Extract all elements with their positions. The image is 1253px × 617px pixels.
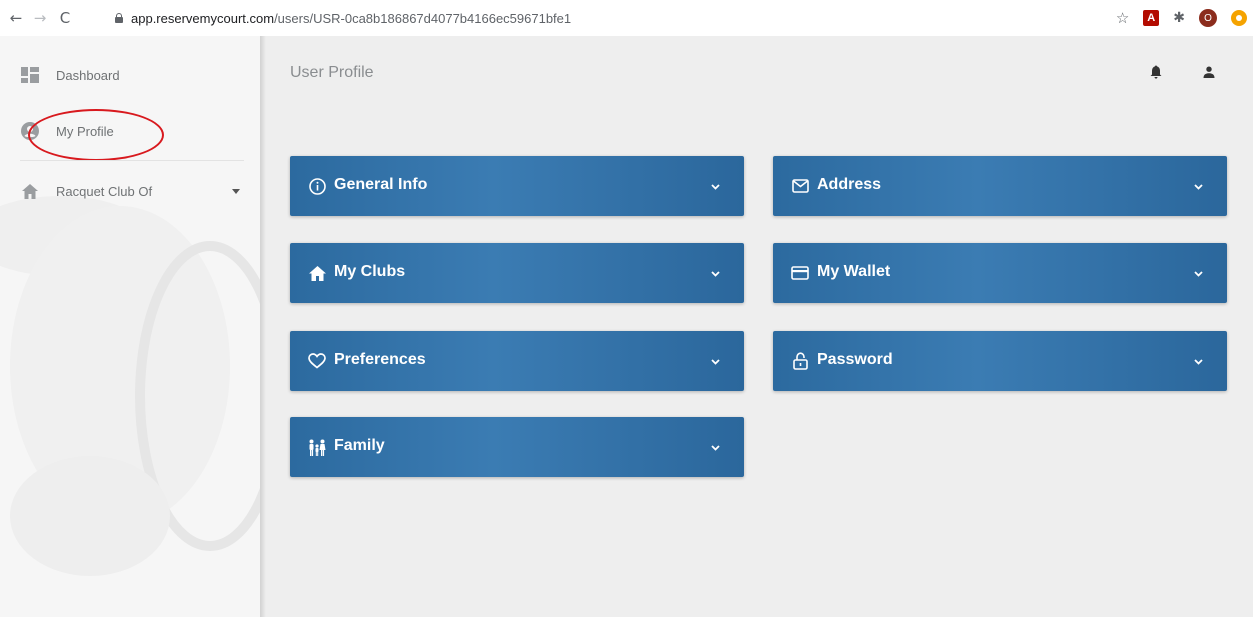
address-bar[interactable]: app.reservemycourt.com/users/USR-0ca8b18… <box>115 8 571 28</box>
chevron-down-icon <box>1194 184 1203 190</box>
annotation-circle <box>28 109 164 161</box>
panel-password[interactable]: Password <box>773 331 1227 391</box>
panel-label: My Wallet <box>817 263 891 280</box>
lock-icon <box>115 13 123 23</box>
panel-label: Preferences <box>334 351 426 368</box>
home-icon <box>20 181 40 201</box>
chevron-down-icon <box>711 359 720 365</box>
panel-general-info[interactable]: General Info <box>290 156 744 216</box>
forward-arrow-icon[interactable]: → <box>30 8 50 28</box>
panel-my-clubs[interactable]: My Clubs <box>290 243 744 303</box>
panel-address[interactable]: Address <box>773 156 1227 216</box>
panel-family[interactable]: Family <box>290 417 744 477</box>
panel-label: Address <box>817 176 882 193</box>
panel-preferences[interactable]: Preferences <box>290 331 744 391</box>
chevron-down-icon <box>711 445 720 451</box>
envelope-icon <box>791 177 809 195</box>
browser-toolbar: ← → C app.reservemycourt.com/users/USR-0… <box>0 0 1253 36</box>
panel-label: My Clubs <box>334 263 406 280</box>
sidebar-item-dashboard[interactable]: Dashboard <box>20 58 120 92</box>
extensions-area: ☆ A ✱ O <box>1116 8 1247 28</box>
dashboard-icon <box>20 65 40 85</box>
house-icon <box>308 264 326 282</box>
info-circle-icon <box>308 177 326 195</box>
profile-avatar[interactable]: O <box>1199 9 1217 27</box>
heart-icon <box>308 352 326 370</box>
panel-label: Family <box>334 437 385 454</box>
reload-icon[interactable]: C <box>55 8 75 28</box>
sidebar-item-label: Racquet Club Of <box>56 183 153 199</box>
panel-label: General Info <box>334 176 428 193</box>
panel-label: Password <box>817 351 893 368</box>
chevron-down-icon <box>711 184 720 190</box>
sidebar: Dashboard My Profile Racquet Club Of <box>0 36 260 617</box>
sidebar-divider <box>20 160 244 161</box>
bell-icon[interactable] <box>1150 65 1162 79</box>
url-host: app.reservemycourt.com <box>131 10 275 26</box>
page-title: User Profile <box>290 64 374 81</box>
pdf-extension-icon[interactable]: A <box>1143 10 1160 26</box>
chevron-down-icon <box>1194 359 1203 365</box>
sidebar-item-label: Dashboard <box>56 67 120 83</box>
dropdown-caret-icon[interactable] <box>232 189 240 194</box>
family-icon <box>308 438 326 456</box>
sidebar-shadow <box>260 36 266 617</box>
bookmark-star-icon[interactable]: ☆ <box>1116 9 1129 27</box>
chevron-down-icon <box>711 271 720 277</box>
extension-circle-icon[interactable] <box>1231 10 1247 26</box>
back-arrow-icon[interactable]: ← <box>6 8 26 28</box>
sidebar-item-racquet-club[interactable]: Racquet Club Of <box>20 174 240 208</box>
user-icon[interactable] <box>1203 66 1215 78</box>
panel-my-wallet[interactable]: My Wallet <box>773 243 1227 303</box>
main-content: User Profile General Info Address My Clu… <box>260 36 1253 617</box>
chevron-down-icon <box>1194 271 1203 277</box>
credit-card-icon <box>791 264 809 282</box>
lock-icon <box>791 352 809 370</box>
url-path: /users/USR-0ca8b186867d4077b4166ec59671b… <box>274 10 572 26</box>
puzzle-icon[interactable]: ✱ <box>1173 10 1185 26</box>
